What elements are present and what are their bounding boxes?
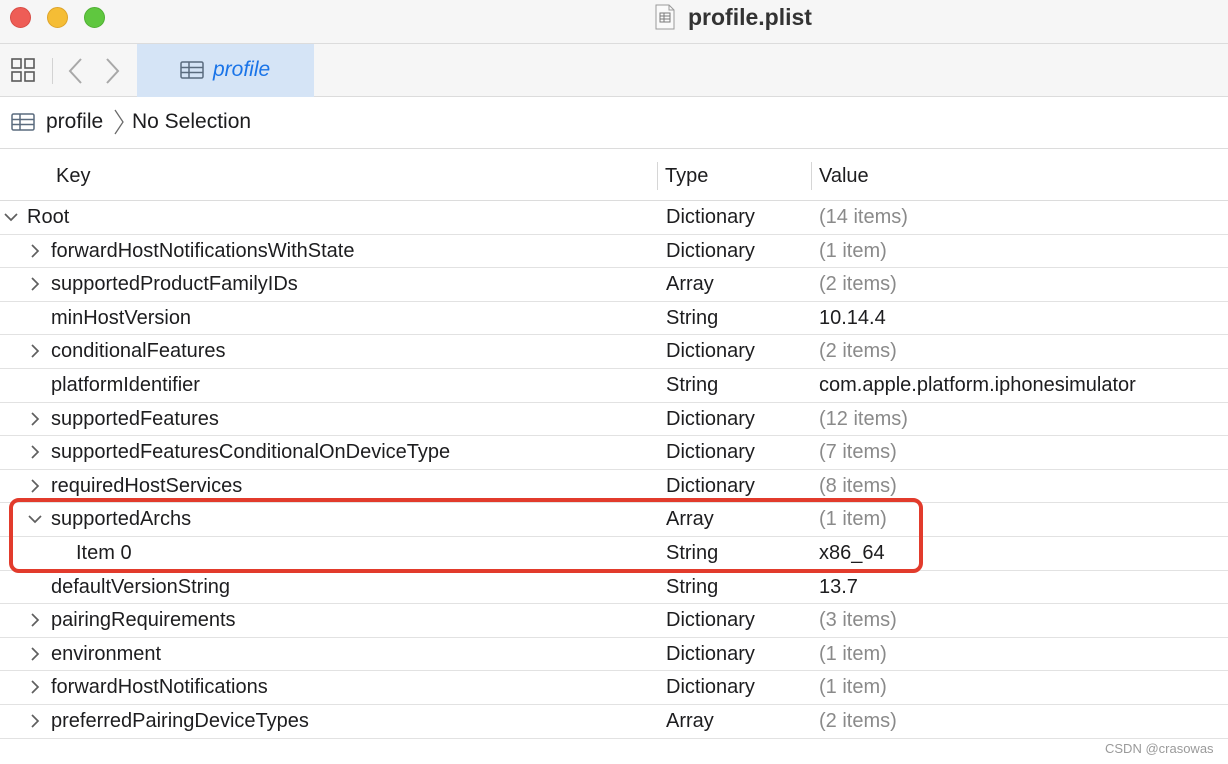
row-key[interactable]: forwardHostNotificationsWithState xyxy=(51,239,354,263)
table-icon xyxy=(11,113,35,131)
row-value[interactable]: (1 item) xyxy=(819,675,887,699)
row-type[interactable]: Dictionary xyxy=(666,239,755,263)
toolbar: profile xyxy=(0,44,1228,97)
row-key[interactable]: supportedProductFamilyIDs xyxy=(51,272,298,296)
row-value[interactable]: 13.7 xyxy=(819,575,858,599)
row-key[interactable]: requiredHostServices xyxy=(51,474,242,498)
table-row[interactable]: supportedFeaturesConditionalOnDeviceType… xyxy=(0,436,1228,470)
chevron-right-icon[interactable] xyxy=(28,444,42,460)
chevron-right-icon[interactable] xyxy=(28,679,42,695)
row-key[interactable]: minHostVersion xyxy=(51,306,191,330)
row-value[interactable]: com.apple.platform.iphonesimulator xyxy=(819,373,1136,397)
row-value[interactable]: (7 items) xyxy=(819,440,897,464)
table-row[interactable]: platformIdentifier String com.apple.platfo… xyxy=(0,368,1228,403)
tab-profile-label: profile xyxy=(213,58,271,81)
table-row[interactable]: environment Dictionary (1 item) xyxy=(0,637,1228,672)
chevron-right-icon[interactable] xyxy=(28,411,42,427)
row-type[interactable]: Array xyxy=(666,709,714,733)
chevron-down-icon[interactable] xyxy=(4,209,18,225)
plist-outline: Root Dictionary (14 items) forwardHostNotif… xyxy=(0,201,1228,739)
column-header-key[interactable]: Key xyxy=(56,164,90,188)
window-title: profile.plist xyxy=(688,4,812,30)
row-key[interactable]: defaultVersionString xyxy=(51,575,230,599)
chevron-right-icon[interactable] xyxy=(28,646,42,662)
row-value[interactable]: (12 items) xyxy=(819,407,908,431)
row-value[interactable]: (1 item) xyxy=(819,642,887,666)
row-key[interactable]: conditionalFeatures xyxy=(51,339,226,363)
row-value[interactable]: (2 items) xyxy=(819,339,897,363)
table-row[interactable]: forwardHostNotifications Dictionary (1 ite… xyxy=(0,671,1228,705)
table-row[interactable]: minHostVersion String 10.14.4 xyxy=(0,301,1228,336)
row-key[interactable]: forwardHostNotifications xyxy=(51,675,268,699)
chevron-right-icon[interactable] xyxy=(28,713,42,729)
row-type[interactable]: String xyxy=(666,373,718,397)
toolbar-divider xyxy=(52,58,53,84)
breadcrumb-item-profile[interactable]: profile xyxy=(46,109,103,135)
table-row[interactable]: Root Dictionary (14 items) xyxy=(0,201,1228,235)
table-row[interactable]: supportedProductFamilyIDs Array (2 items) xyxy=(0,268,1228,302)
minimize-window-button[interactable] xyxy=(47,7,68,28)
row-type[interactable]: String xyxy=(666,575,718,599)
table-row[interactable]: pairingRequirements Dictionary (3 items) xyxy=(0,604,1228,638)
column-header-type[interactable]: Type xyxy=(665,164,708,188)
table-icon xyxy=(180,61,204,79)
close-window-button[interactable] xyxy=(10,7,31,28)
row-type[interactable]: Dictionary xyxy=(666,675,755,699)
table-row[interactable]: defaultVersionString String 13.7 xyxy=(0,570,1228,605)
row-value[interactable]: (2 items) xyxy=(819,709,897,733)
column-divider[interactable] xyxy=(657,162,658,190)
row-key[interactable]: pairingRequirements xyxy=(51,608,236,632)
tab-profile[interactable]: profile xyxy=(137,44,314,97)
row-value[interactable]: (8 items) xyxy=(819,474,897,498)
row-type[interactable]: Dictionary xyxy=(666,474,755,498)
highlight-annotation xyxy=(9,498,923,573)
chevron-right-icon[interactable] xyxy=(28,612,42,628)
table-row[interactable]: conditionalFeatures Dictionary (2 items) xyxy=(0,335,1228,369)
row-type[interactable]: Dictionary xyxy=(666,407,755,431)
chevron-right-icon[interactable] xyxy=(28,276,42,292)
row-type[interactable]: String xyxy=(666,306,718,330)
row-type[interactable]: Dictionary xyxy=(666,440,755,464)
breadcrumb-separator-icon xyxy=(114,109,124,135)
chevron-right-icon[interactable] xyxy=(100,56,124,86)
chevron-left-icon[interactable] xyxy=(64,56,88,86)
chevron-right-icon[interactable] xyxy=(28,243,42,259)
column-divider[interactable] xyxy=(811,162,812,190)
row-type[interactable]: Dictionary xyxy=(666,642,755,666)
table-row[interactable]: preferredPairingDeviceTypes Array (2 items… xyxy=(0,704,1228,739)
row-value[interactable]: (1 item) xyxy=(819,239,887,263)
related-items-grid-icon[interactable] xyxy=(10,57,36,83)
row-key[interactable]: supportedFeaturesConditionalOnDeviceType xyxy=(51,440,450,464)
row-value[interactable]: (3 items) xyxy=(819,608,897,632)
zoom-window-button[interactable] xyxy=(84,7,105,28)
column-header-value[interactable]: Value xyxy=(819,164,869,188)
row-value[interactable]: 10.14.4 xyxy=(819,306,886,330)
watermark: CSDN @crasowas xyxy=(1105,741,1214,756)
row-type[interactable]: Dictionary xyxy=(666,339,755,363)
row-key[interactable]: preferredPairingDeviceTypes xyxy=(51,709,309,733)
row-key[interactable]: environment xyxy=(51,642,161,666)
row-key[interactable]: supportedFeatures xyxy=(51,407,219,431)
table-row[interactable]: supportedFeatures Dictionary (12 items) xyxy=(0,402,1228,437)
row-value[interactable]: (14 items) xyxy=(819,205,908,229)
chevron-right-icon[interactable] xyxy=(28,478,42,494)
chevron-right-icon[interactable] xyxy=(28,343,42,359)
row-type[interactable]: Dictionary xyxy=(666,608,755,632)
row-value[interactable]: (2 items) xyxy=(819,272,897,296)
row-key[interactable]: platformIdentifier xyxy=(51,373,200,397)
table-row[interactable]: forwardHostNotificationsWithState Diction… xyxy=(0,234,1228,269)
document-icon xyxy=(655,4,675,30)
table-header: Key Type Value xyxy=(0,150,1228,201)
row-type[interactable]: Array xyxy=(666,272,714,296)
breadcrumb: profile No Selection xyxy=(0,97,1228,149)
breadcrumb-item-selection[interactable]: No Selection xyxy=(132,109,251,135)
row-key[interactable]: Root xyxy=(27,205,69,229)
title-bar: profile.plist xyxy=(0,0,1228,44)
row-type[interactable]: Dictionary xyxy=(666,205,755,229)
